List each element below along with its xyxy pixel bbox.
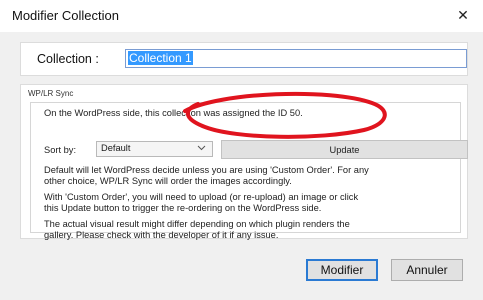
wplr-sync-panel: WP/LR Sync On the WordPress side, this c…	[20, 84, 468, 240]
chevron-down-icon	[197, 142, 206, 156]
modifier-button[interactable]: Modifier	[306, 259, 378, 281]
sort-by-select[interactable]: Default	[96, 141, 213, 157]
help-text-3b: gallery. Please check with the developer…	[44, 230, 279, 240]
collection-name-input[interactable]: Collection 1	[125, 49, 467, 68]
title-bar: Modifier Collection ✕	[0, 0, 483, 32]
assigned-id-text: On the WordPress side, this collection w…	[44, 108, 303, 118]
collection-row: Collection : Collection 1	[20, 42, 468, 76]
collection-label: Collection :	[37, 52, 99, 66]
dialog-title: Modifier Collection	[12, 8, 119, 23]
sort-by-value: Default	[101, 143, 131, 153]
update-button[interactable]: Update	[221, 140, 468, 159]
help-text-2a: With 'Custom Order', you will need to up…	[44, 192, 359, 202]
annuler-button[interactable]: Annuler	[391, 259, 463, 281]
help-text-1b: other choice, WP/LR Sync will order the …	[44, 176, 292, 186]
sort-by-label: Sort by:	[44, 145, 77, 155]
help-text-1a: Default will let WordPress decide unless…	[44, 165, 369, 175]
wplr-sync-group-box: On the WordPress side, this collection w…	[30, 102, 468, 240]
help-text-3a: The actual visual result might differ de…	[44, 219, 350, 229]
modifier-collection-dialog: Modifier Collection ✕ Collection : Colle…	[0, 0, 483, 300]
close-icon[interactable]: ✕	[443, 0, 483, 30]
collection-name-value: Collection 1	[128, 51, 193, 65]
wplr-sync-group-label: WP/LR Sync	[28, 89, 74, 98]
help-text-2b: this Update button to trigger the re-ord…	[44, 203, 322, 213]
